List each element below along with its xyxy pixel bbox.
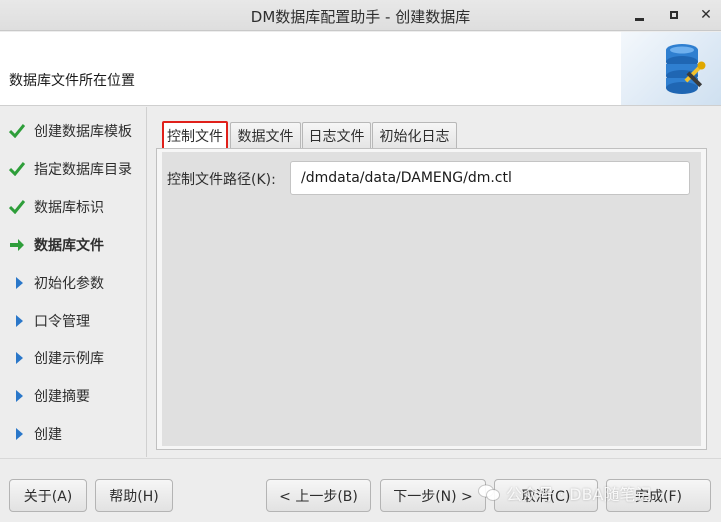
nav-step-label: 创建摘要 [34, 389, 90, 405]
nav-step-db-files: 数据库文件 [0, 227, 147, 263]
tab-data-file[interactable]: 数据文件 [230, 122, 301, 149]
window-title: DM数据库配置助手 - 创建数据库 [250, 8, 471, 26]
triangle-right-icon [15, 428, 23, 440]
nav-step-label: 口令管理 [34, 314, 90, 330]
nav-step-label: 初始化参数 [34, 276, 104, 292]
about-button[interactable]: 关于(A) [9, 479, 87, 512]
close-button[interactable]: ✕ [696, 5, 716, 25]
nav-step-db-identity: 数据库标识 [0, 189, 147, 225]
triangle-right-icon [15, 390, 23, 402]
help-button[interactable]: 帮助(H) [95, 479, 173, 512]
nav-step-label: 创建 [34, 427, 62, 443]
minimize-icon [634, 18, 644, 21]
nav-step-label: 指定数据库目录 [34, 162, 132, 178]
finish-button[interactable]: 完成(F) [606, 479, 711, 512]
minimize-button[interactable] [629, 5, 649, 25]
nav-step-password: 口令管理 [0, 303, 147, 339]
checkmark-icon [9, 124, 25, 138]
close-icon: ✕ [700, 7, 712, 23]
nav-step-sample-db: 创建示例库 [0, 340, 147, 376]
maximize-button[interactable] [664, 5, 684, 25]
page-title: 数据库文件所在位置 [9, 73, 135, 89]
tab-content [162, 152, 701, 446]
previous-button[interactable]: < 上一步(B) [266, 479, 371, 512]
nav-step-init-params: 初始化参数 [0, 265, 147, 301]
nav-step-label: 创建示例库 [34, 351, 104, 367]
tab-init-log[interactable]: 初始化日志 [372, 122, 457, 149]
wizard-steps-nav: 创建数据库模板 指定数据库目录 数据库标识 数据库文件 初始化参数 口令管理 创… [0, 107, 147, 457]
triangle-right-icon [15, 315, 23, 327]
nav-step-summary: 创建摘要 [0, 378, 147, 414]
maximize-icon [670, 11, 678, 19]
main-panel: 控制文件 数据文件 日志文件 初始化日志 控制文件路径(K): [151, 107, 721, 457]
cancel-button[interactable]: 取消(C) [494, 479, 598, 512]
triangle-right-icon [15, 352, 23, 364]
nav-step-create: 创建 [0, 416, 147, 452]
tab-log-file[interactable]: 日志文件 [302, 122, 371, 149]
nav-step-label: 数据库标识 [34, 200, 104, 216]
next-button[interactable]: 下一步(N) > [380, 479, 486, 512]
nav-step-db-directory: 指定数据库目录 [0, 151, 147, 187]
triangle-right-icon [15, 277, 23, 289]
title-bar: DM数据库配置助手 - 创建数据库 ✕ [0, 0, 721, 31]
nav-step-label: 创建数据库模板 [34, 124, 132, 140]
arrow-right-icon [10, 239, 24, 251]
control-file-path-input[interactable] [290, 161, 690, 195]
checkmark-icon [9, 162, 25, 176]
nav-step-label: 数据库文件 [34, 238, 104, 254]
tab-control-file[interactable]: 控制文件 [162, 121, 228, 150]
checkmark-icon [9, 200, 25, 214]
database-logo-icon [666, 44, 706, 94]
nav-step-create-template: 创建数据库模板 [0, 113, 147, 149]
wizard-header: 数据库文件所在位置 [0, 32, 721, 106]
control-file-path-label: 控制文件路径(K): [167, 172, 276, 188]
